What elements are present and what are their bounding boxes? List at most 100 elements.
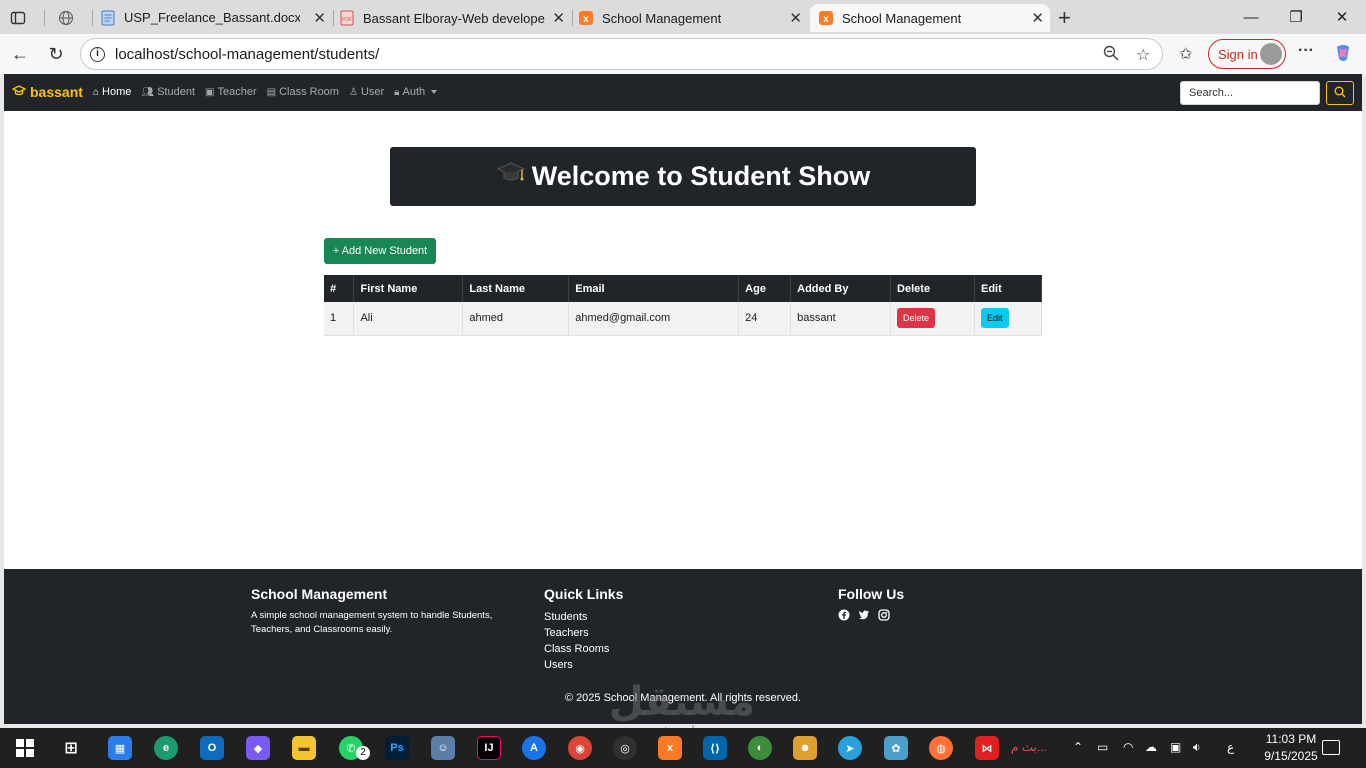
table-row: 1 Ali ahmed ahmed@gmail.com 24 bassant D… bbox=[324, 302, 1043, 336]
twitter-icon[interactable] bbox=[858, 609, 870, 621]
info-icon[interactable]: i bbox=[90, 47, 105, 62]
arrow-left-icon: ← bbox=[11, 43, 29, 64]
brand-link[interactable]: bassant bbox=[11, 84, 83, 100]
nav-class-room[interactable]: ▤ Class Room bbox=[267, 86, 339, 98]
page-footer: School Management A simple school manage… bbox=[4, 569, 1362, 724]
footer-follow: Follow Us bbox=[838, 586, 904, 621]
copilot-app-icon[interactable]: ◆ bbox=[246, 736, 270, 760]
column-header-delete: Delete bbox=[890, 275, 975, 302]
sign-in-button[interactable]: Sign in bbox=[1208, 39, 1286, 69]
battery-icon[interactable]: ▭ bbox=[1097, 740, 1108, 754]
favorite-star-icon[interactable]: ☆ bbox=[1136, 45, 1150, 65]
outlook-icon[interactable]: O bbox=[200, 736, 224, 760]
wifi-icon[interactable]: ◠ bbox=[1123, 740, 1133, 754]
restore-icon: ❐ bbox=[1289, 9, 1303, 26]
edge-icon[interactable]: e bbox=[154, 736, 178, 760]
instagram-icon[interactable] bbox=[878, 609, 890, 621]
language-indicator[interactable]: ع bbox=[1227, 740, 1234, 754]
close-icon[interactable]: ✕ bbox=[552, 9, 565, 27]
file-explorer-icon[interactable]: ▬ bbox=[292, 736, 316, 760]
notification-icon[interactable] bbox=[1322, 740, 1340, 755]
game-app-icon[interactable]: ☺ bbox=[431, 736, 455, 760]
vscode-icon[interactable]: ⟨⟩ bbox=[703, 736, 727, 760]
anydesk-icon[interactable]: ⋈ bbox=[975, 736, 999, 760]
facebook-icon[interactable] bbox=[838, 609, 850, 621]
tab-word-document[interactable]: USP_Freelance_Bassant.docx - ت... ✕ bbox=[100, 4, 332, 32]
page-viewport: bassant ⌂ Home 👥︎ Student ▣ Teacher ▤ Cl… bbox=[4, 74, 1362, 724]
clock-date: 9/15/2025 bbox=[1264, 749, 1318, 763]
telegram-icon[interactable]: ➤ bbox=[838, 736, 862, 760]
refresh-button[interactable]: ↻ bbox=[42, 41, 70, 67]
close-icon[interactable]: ✕ bbox=[313, 9, 326, 27]
address-bar[interactable]: i localhost/school-management/students/ … bbox=[80, 38, 1163, 70]
start-button[interactable] bbox=[13, 736, 37, 760]
address-toolbar: ← ↻ i localhost/school-management/studen… bbox=[0, 34, 1366, 74]
xampp-taskbar-icon[interactable]: x bbox=[658, 736, 682, 760]
close-icon[interactable]: ✕ bbox=[1031, 9, 1044, 27]
copilot-icon[interactable] bbox=[1333, 43, 1353, 68]
microsoft-store-icon[interactable]: ▦ bbox=[108, 736, 132, 760]
delete-button[interactable]: Delete bbox=[897, 308, 936, 329]
nav-auth-dropdown[interactable]: 🔒︎ Auth bbox=[394, 86, 438, 98]
tab-pdf[interactable]: PDF Bassant Elboray-Web developer.p ✕ bbox=[339, 4, 571, 32]
zoom-icon[interactable] bbox=[1103, 45, 1119, 66]
tab-school-management-active[interactable]: x School Management ✕ bbox=[810, 4, 1050, 32]
task-view-icon[interactable]: ⊞ bbox=[59, 736, 83, 760]
volume-icon[interactable]: 🔉︎ bbox=[1193, 740, 1201, 755]
nav-home[interactable]: ⌂ Home bbox=[93, 86, 131, 98]
cell-added-by: bassant bbox=[790, 302, 892, 336]
edit-button[interactable]: Edit bbox=[980, 308, 1009, 329]
column-header-edit: Edit bbox=[974, 275, 1043, 302]
column-header-added-by: Added By bbox=[790, 275, 892, 302]
tray-app-label[interactable]: بث م... bbox=[1011, 740, 1047, 754]
tab-school-management[interactable]: x School Management ✕ bbox=[578, 4, 808, 32]
intellij-icon[interactable]: IJ bbox=[477, 736, 501, 760]
nav-teacher[interactable]: ▣ Teacher bbox=[205, 86, 257, 98]
footer-follow-title: Follow Us bbox=[838, 586, 905, 602]
students-table: # First Name Last Name Email Age Added B… bbox=[324, 275, 1043, 336]
app-store-icon[interactable]: A bbox=[522, 736, 546, 760]
footer-link-class-rooms[interactable]: Class Rooms bbox=[544, 641, 623, 657]
nav-teacher-label: Teacher bbox=[217, 86, 257, 98]
globe-icon bbox=[58, 10, 74, 26]
nav-student[interactable]: 👥︎ Student bbox=[141, 86, 195, 98]
building-icon: ▤ bbox=[266, 86, 277, 98]
tab-separator bbox=[572, 10, 573, 26]
close-window-button[interactable]: ✕ bbox=[1320, 4, 1364, 30]
minimize-button[interactable]: — bbox=[1229, 4, 1273, 30]
game-app-2-icon[interactable]: ☻ bbox=[793, 736, 817, 760]
clock[interactable]: 11:03 PM 9/15/2025 bbox=[1256, 731, 1326, 765]
firefox-icon[interactable]: ◍ bbox=[929, 736, 953, 760]
more-options-icon[interactable]: ··· bbox=[1298, 42, 1314, 60]
add-student-button[interactable]: + Add New Student bbox=[324, 238, 436, 264]
hero-banner: Welcome to Student Show bbox=[390, 147, 976, 206]
footer-links-title: Quick Links bbox=[544, 586, 624, 602]
tab-globe[interactable] bbox=[58, 4, 86, 32]
tab-separator bbox=[44, 10, 45, 26]
footer-link-teachers[interactable]: Teachers bbox=[544, 625, 623, 641]
meet-now-icon[interactable]: ▣ bbox=[1170, 740, 1181, 754]
cloud-icon[interactable]: ☁ bbox=[1145, 740, 1157, 754]
url-text[interactable]: localhost/school-management/students/ bbox=[115, 46, 379, 63]
search-button[interactable] bbox=[1326, 81, 1354, 105]
tab-actions-button[interactable] bbox=[10, 4, 34, 32]
search-input[interactable] bbox=[1180, 81, 1320, 105]
avatar bbox=[1260, 43, 1282, 65]
photoshop-icon[interactable]: Ps bbox=[385, 736, 409, 760]
nav-user[interactable]: ♙ User bbox=[349, 86, 384, 98]
footer-link-students[interactable]: Students bbox=[544, 609, 623, 625]
sign-in-label: Sign in bbox=[1218, 46, 1258, 62]
obs-icon[interactable]: ◎ bbox=[613, 736, 637, 760]
house-icon: ⌂ bbox=[93, 86, 100, 98]
chevron-up-icon[interactable]: ⌃ bbox=[1073, 740, 1083, 754]
favorites-icon[interactable]: ✩ bbox=[1179, 44, 1192, 64]
new-tab-button[interactable]: + bbox=[1058, 4, 1078, 32]
refresh-icon: ↻ bbox=[48, 43, 64, 64]
restore-button[interactable]: ❐ bbox=[1274, 4, 1318, 30]
close-icon[interactable]: ✕ bbox=[789, 9, 802, 27]
browser-app-icon[interactable]: ◐ bbox=[748, 736, 772, 760]
chrome-icon[interactable]: ◉ bbox=[568, 736, 592, 760]
footer-link-users[interactable]: Users bbox=[544, 657, 623, 673]
panda-app-icon[interactable]: ✿ bbox=[884, 736, 908, 760]
back-button[interactable]: ← bbox=[6, 41, 34, 67]
